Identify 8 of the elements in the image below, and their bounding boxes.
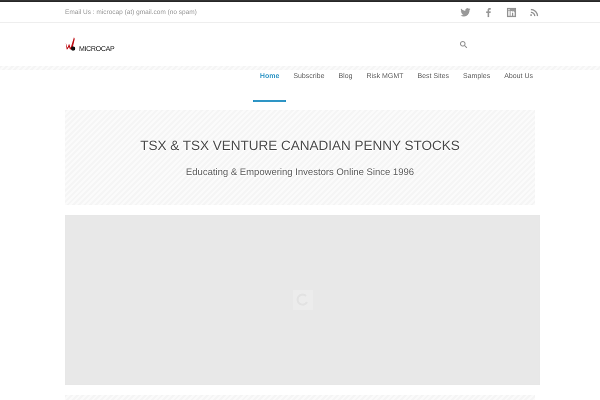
search-icon[interactable] bbox=[459, 40, 468, 49]
facebook-icon[interactable] bbox=[483, 6, 494, 18]
twitter-icon[interactable] bbox=[460, 6, 471, 18]
logo-mark-icon bbox=[65, 36, 78, 53]
hero-title: TSX & TSX VENTURE CANADIAN PENNY STOCKS bbox=[140, 138, 460, 152]
hero-subtitle: Educating & Empowering Investors Online Since 1996 bbox=[186, 166, 414, 178]
linkedin-icon[interactable] bbox=[506, 6, 517, 18]
rss-icon[interactable] bbox=[529, 6, 540, 18]
